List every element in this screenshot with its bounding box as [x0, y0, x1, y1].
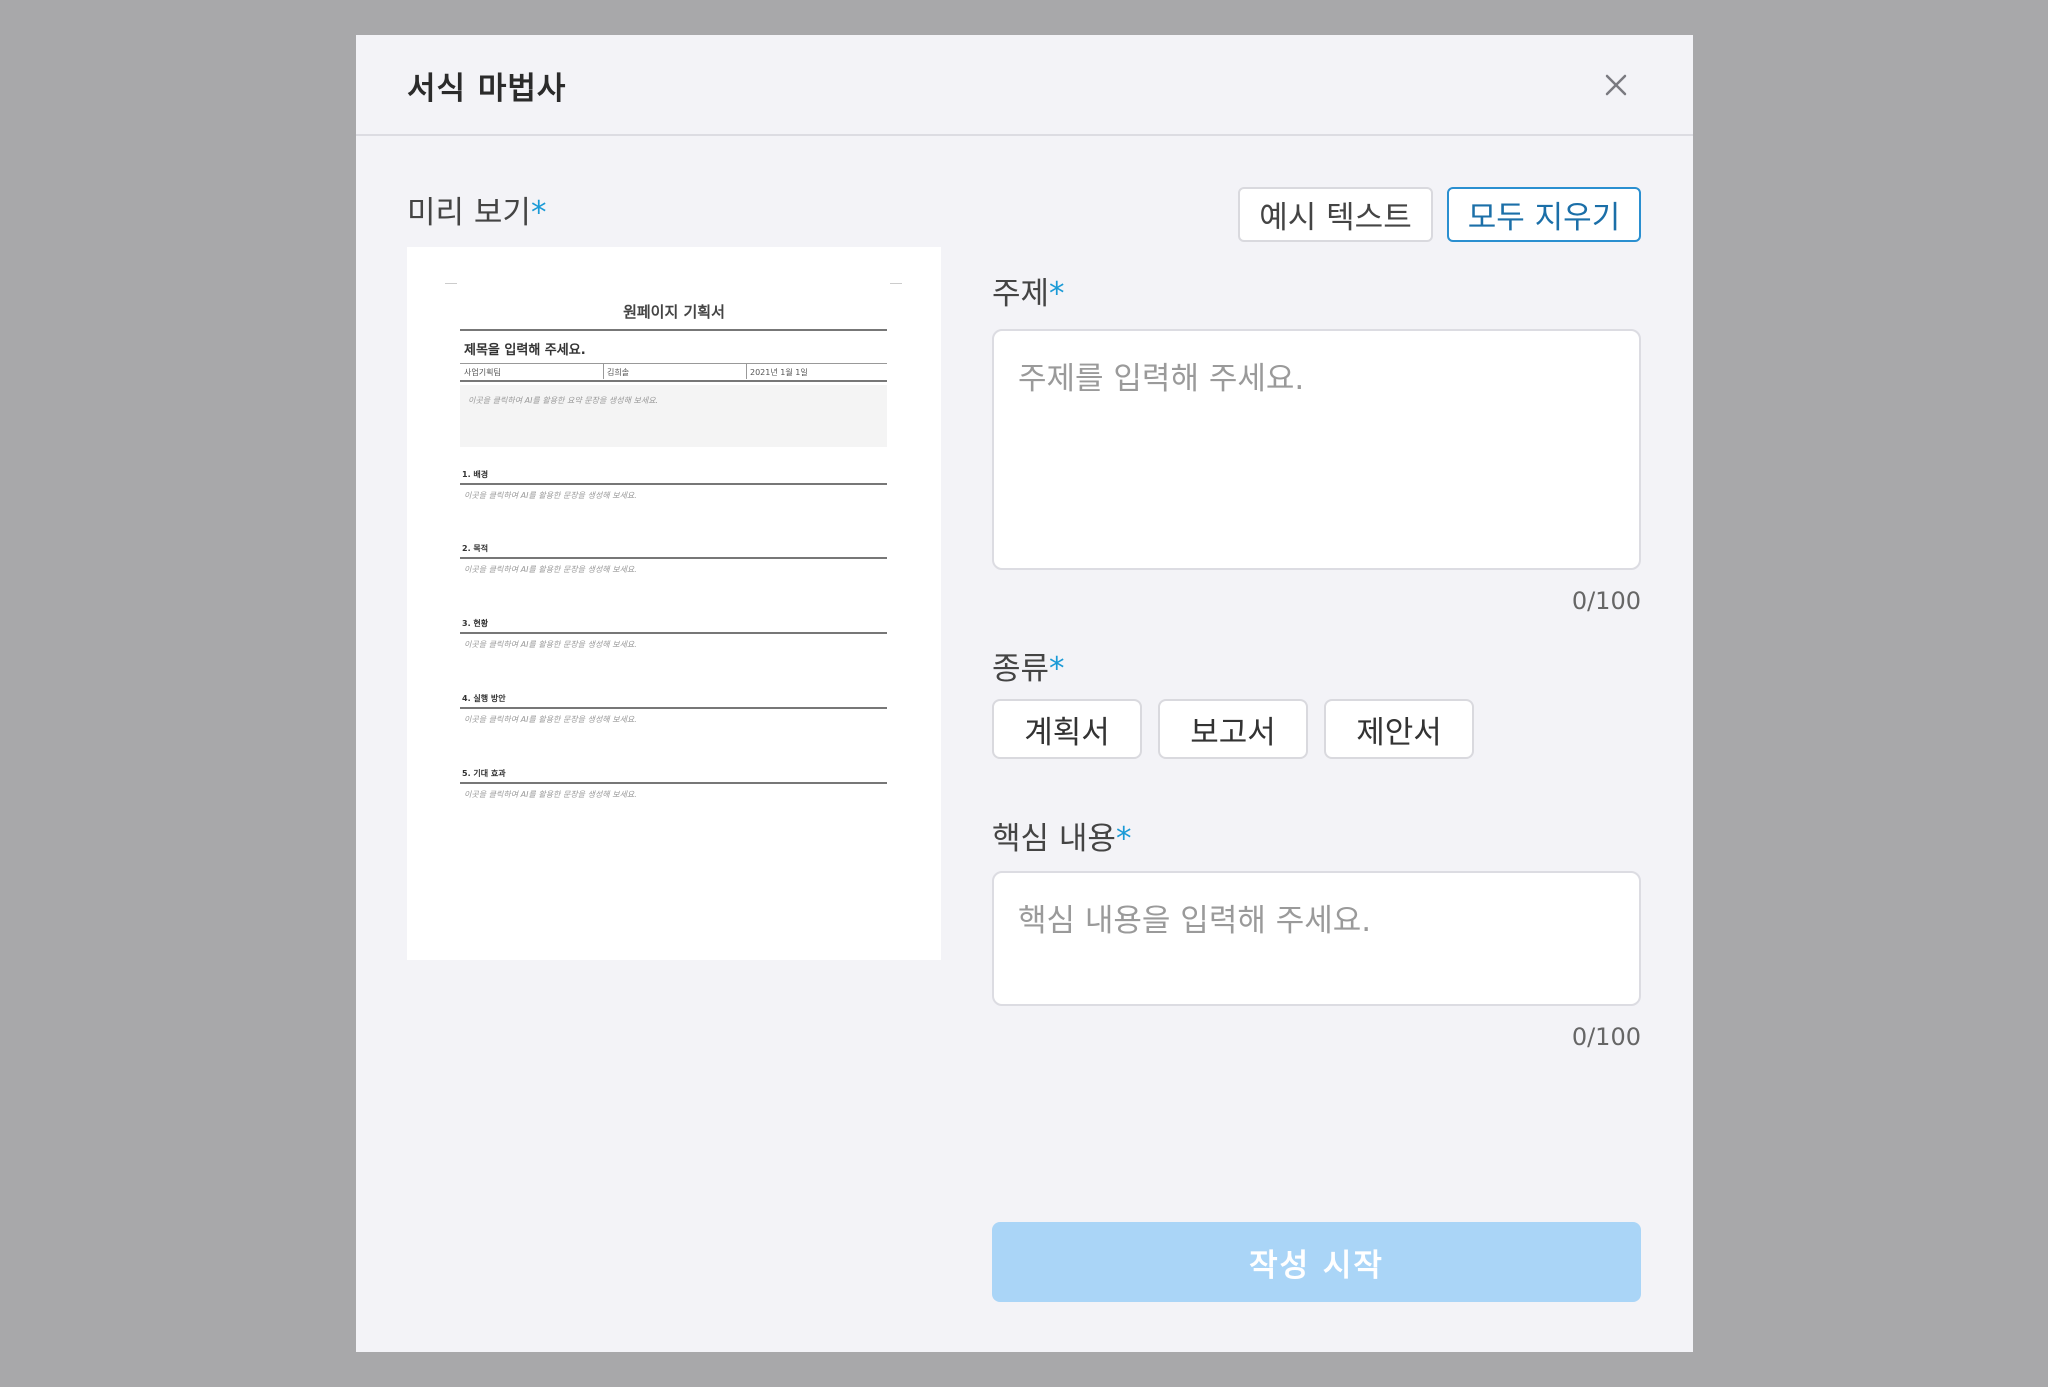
- key-content-input[interactable]: 핵심 내용을 입력해 주세요.: [992, 871, 1641, 1006]
- type-option-report[interactable]: 보고서: [1158, 699, 1308, 759]
- clear-all-button[interactable]: 모두 지우기: [1447, 187, 1641, 242]
- preview-section-heading: 2. 목적: [462, 544, 489, 553]
- form-wizard-dialog: 서식 마법사 미리 보기* 원페이지 기획서 제목을 입력해 주세요. 사업기획…: [356, 35, 1693, 1352]
- preview-section-heading: 4. 실행 방안: [462, 694, 506, 703]
- topic-placeholder: 주제를 입력해 주세요.: [1018, 361, 1305, 397]
- start-writing-button[interactable]: 작성 시작: [992, 1222, 1641, 1302]
- divider: [460, 782, 887, 784]
- required-mark: *: [530, 195, 547, 231]
- key-content-placeholder: 핵심 내용을 입력해 주세요.: [1018, 903, 1372, 939]
- required-mark: *: [1049, 651, 1065, 687]
- required-mark: *: [1115, 821, 1132, 857]
- preview-section-body: 이곳을 클릭하여 AI를 활용한 문장을 생성해 보세요.: [464, 491, 637, 500]
- type-label: 종류*: [992, 643, 1065, 688]
- preview-section-heading: 5. 기대 효과: [462, 769, 506, 778]
- dialog-title: 서식 마법사: [407, 71, 567, 107]
- preview-section-body: 이곳을 클릭하여 AI를 활용한 문장을 생성해 보세요.: [464, 565, 637, 574]
- divider: [460, 707, 887, 709]
- divider: [460, 557, 887, 559]
- divider: [460, 363, 887, 364]
- preview-section-body: 이곳을 클릭하여 AI를 활용한 문장을 생성해 보세요.: [464, 790, 637, 799]
- divider: [746, 364, 747, 379]
- type-option-proposal[interactable]: 제안서: [1324, 699, 1474, 759]
- sample-text-button[interactable]: 예시 텍스트: [1238, 187, 1433, 242]
- preview-meta-cell: 사업기획팀: [464, 368, 501, 377]
- document-preview: 원페이지 기획서 제목을 입력해 주세요. 사업기획팀 김희솔 2021년 1월…: [407, 247, 941, 960]
- dialog-header: 서식 마법사: [356, 35, 1693, 136]
- divider: [460, 483, 887, 485]
- key-content-label: 핵심 내용*: [992, 813, 1131, 858]
- preview-summary-box: 이곳을 클릭하여 AI를 활용한 요약 문장을 생성해 보세요.: [460, 385, 887, 447]
- close-icon: [1605, 74, 1627, 96]
- required-mark: *: [1049, 276, 1065, 312]
- divider: [460, 632, 887, 634]
- preview-doc-subtitle: 제목을 입력해 주세요.: [464, 343, 586, 358]
- preview-section-body: 이곳을 클릭하여 AI를 활용한 문장을 생성해 보세요.: [464, 715, 637, 724]
- divider: [460, 329, 887, 331]
- key-content-label-text: 핵심 내용: [992, 821, 1116, 857]
- page-corner-mark: [445, 283, 457, 284]
- preview-meta-cell: 2021년 1월 1일: [750, 368, 808, 377]
- preview-section-body: 이곳을 클릭하여 AI를 활용한 문장을 생성해 보세요.: [464, 640, 637, 649]
- preview-section-heading: 3. 현황: [462, 619, 489, 628]
- topic-label: 주제*: [992, 268, 1065, 313]
- type-label-text: 종류: [992, 651, 1050, 687]
- preview-label-text: 미리 보기: [407, 195, 531, 231]
- divider: [603, 364, 604, 379]
- page-corner-mark: [890, 283, 902, 284]
- type-option-plan[interactable]: 계획서: [992, 699, 1142, 759]
- preview-label: 미리 보기*: [407, 187, 546, 232]
- key-content-char-counter: 0/100: [1571, 1023, 1641, 1051]
- close-button[interactable]: [1596, 65, 1636, 105]
- preview-summary-hint: 이곳을 클릭하여 AI를 활용한 요약 문장을 생성해 보세요.: [468, 396, 659, 405]
- topic-label-text: 주제: [992, 276, 1050, 312]
- topic-char-counter: 0/100: [1571, 587, 1641, 615]
- topic-input[interactable]: 주제를 입력해 주세요.: [992, 329, 1641, 570]
- preview-meta-cell: 김희솔: [607, 368, 630, 377]
- divider: [460, 380, 887, 382]
- preview-doc-title: 원페이지 기획서: [623, 303, 725, 321]
- preview-document: 원페이지 기획서 제목을 입력해 주세요. 사업기획팀 김희솔 2021년 1월…: [407, 247, 941, 960]
- preview-section-heading: 1. 배경: [462, 470, 489, 479]
